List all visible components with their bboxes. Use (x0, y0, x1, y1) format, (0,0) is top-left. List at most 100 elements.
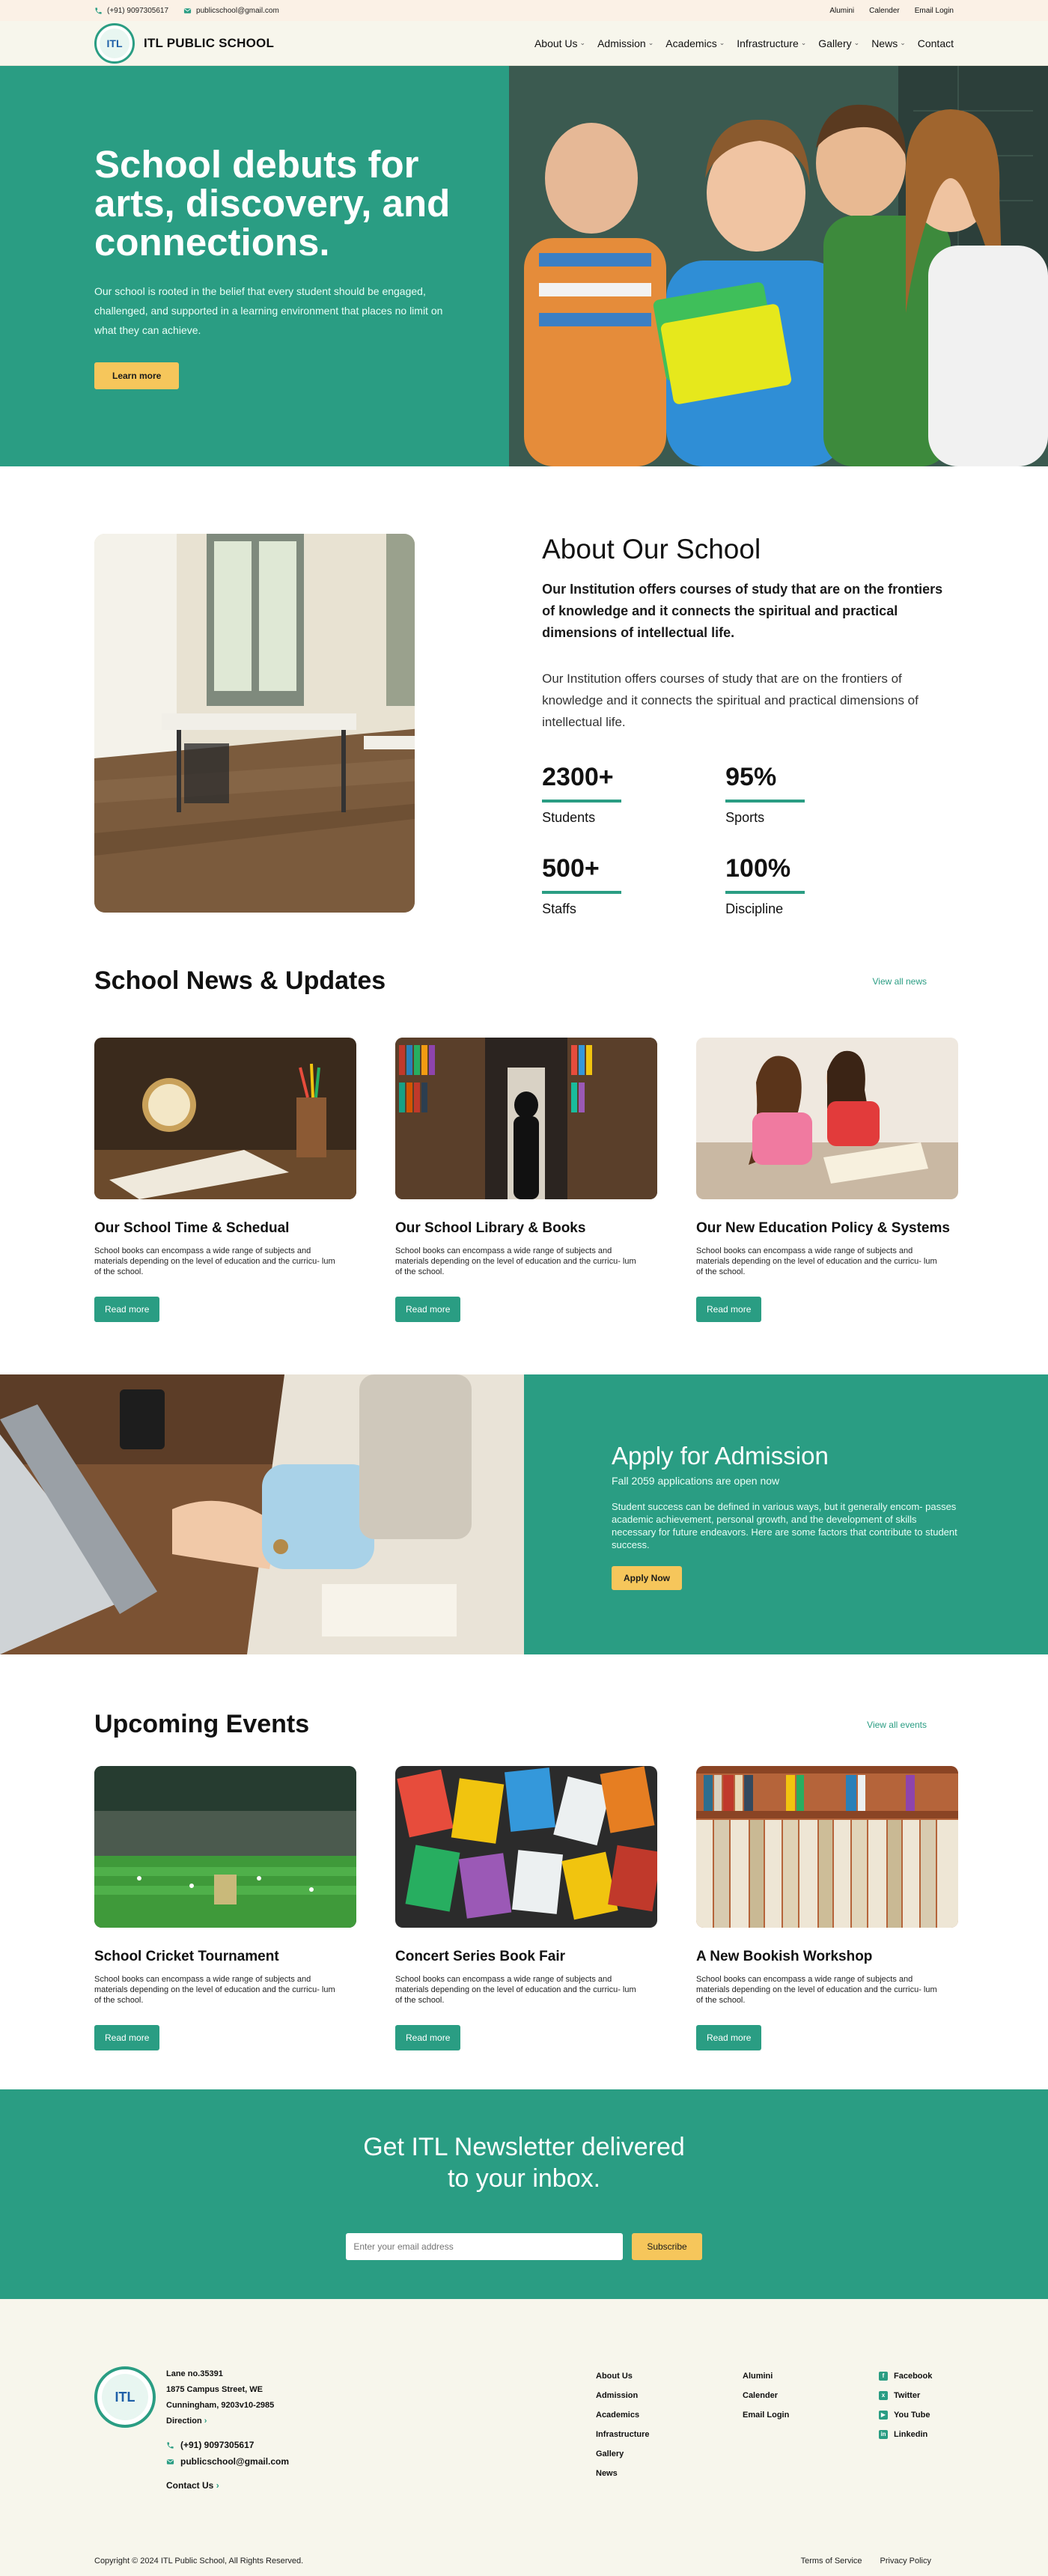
nav-about-us[interactable]: About Us ⌄ (534, 37, 585, 49)
hero-content: School debuts for arts, discovery, and c… (0, 66, 509, 466)
newsletter-form: Subscribe (0, 2233, 1048, 2260)
classroom-image (94, 534, 415, 913)
view-all-events-link[interactable]: View all events (867, 1720, 927, 1730)
direction-link[interactable]: Direction › (166, 2417, 207, 2426)
social-facebook[interactable]: f Facebook (879, 2366, 932, 2386)
nav-label: About Us (534, 37, 578, 49)
mail-icon (166, 2458, 174, 2464)
apply-now-button[interactable]: Apply Now (612, 1566, 682, 1590)
topbar-link-email-login[interactable]: Email Login (915, 7, 954, 15)
news-header: School News & Updates View all news (0, 966, 1048, 996)
terms-link[interactable]: Terms of Service (801, 2557, 862, 2566)
news-card-title: Our New Education Policy & Systems (696, 1220, 950, 1236)
social-label: You Tube (894, 2411, 930, 2420)
read-more-button[interactable]: Read more (395, 2025, 461, 2050)
admission-description: Student success can be defined in variou… (612, 1501, 957, 1550)
footer-phone[interactable]: (+91) 9097305617 (166, 2437, 596, 2453)
news-cards: Our School Time & Schedual School books … (0, 1038, 1048, 1322)
nav-admission[interactable]: Admission ⌄ (597, 37, 654, 49)
footer-link-academics[interactable]: Academics (596, 2411, 639, 2420)
footer-link-news[interactable]: News (596, 2469, 618, 2478)
contact-us-label: Contact Us (166, 2480, 214, 2491)
footer-address: Lane no.35391 1875 Campus Street, WE Cun… (166, 2366, 274, 2429)
facebook-icon: f (879, 2372, 888, 2381)
privacy-link[interactable]: Privacy Policy (880, 2557, 931, 2566)
stat-number: 100% (725, 854, 791, 883)
about-content: About Our School Our Institution offers … (542, 534, 954, 917)
book-fair-image (395, 1766, 657, 1928)
bookshelf-image (696, 1766, 958, 1928)
social-twitter[interactable]: x Twitter (879, 2386, 932, 2405)
event-card-text: School books can encompass a wide range … (395, 1975, 636, 2005)
footer-link-infrastructure[interactable]: Infrastructure (596, 2430, 650, 2439)
stat-label: Students (542, 810, 596, 825)
chevron-down-icon: ⌄ (800, 39, 807, 46)
learn-more-button[interactable]: Learn more (94, 362, 180, 389)
topbar-link-calender[interactable]: Calender (869, 7, 900, 15)
read-more-button[interactable]: Read more (94, 1297, 160, 1322)
event-card: A New Bookish Workshop School books can … (696, 1766, 958, 2050)
brand[interactable]: ITL ITL PUBLIC SCHOOL (94, 22, 274, 64)
news-card: Our School Library & Books School books … (395, 1038, 657, 1322)
footer-grid: ITL Lane no.35391 1875 Campus Street, WE… (94, 2366, 954, 2494)
footer-contact: (+91) 9097305617 publicschool@gmail.com … (166, 2437, 596, 2494)
event-card: Concert Series Book Fair School books ca… (395, 1766, 657, 2050)
social-youtube[interactable]: ▶ You Tube (879, 2405, 932, 2425)
address-line: Cunningham, 9203v10-2985 (166, 2401, 275, 2410)
topbar-email[interactable]: publicschool@gmail.com (183, 7, 279, 15)
read-more-button[interactable]: Read more (696, 1297, 762, 1322)
topbar-phone[interactable]: (+91) 9097305617 (94, 7, 168, 15)
nav-academics[interactable]: Academics ⌄ (665, 37, 725, 49)
nav-news[interactable]: News ⌄ (871, 37, 906, 49)
social-label: Facebook (894, 2372, 933, 2381)
nav-links: About Us ⌄ Admission ⌄ Academics ⌄ Infrastr… (534, 37, 954, 49)
nav-label: Contact (917, 37, 954, 49)
nav-infrastructure[interactable]: Infrastructure ⌄ (737, 37, 806, 49)
stat-divider (542, 891, 622, 894)
event-cards: School Cricket Tournament School books c… (0, 1766, 1048, 2050)
event-card-title: A New Bookish Workshop (696, 1949, 873, 1964)
nav-label: Gallery (818, 37, 852, 49)
stat-label: Sports (725, 810, 765, 825)
footer-logo-text: ITL (102, 2374, 148, 2420)
news-card-text: School books can encompass a wide range … (94, 1246, 335, 1276)
stat-number: 2300+ (542, 763, 614, 791)
hero-title: School debuts for arts, discovery, and c… (94, 143, 451, 264)
contact-us-link[interactable]: Contact Us › (166, 2480, 219, 2491)
hero-text: Our school is rooted in the belief that … (94, 285, 443, 336)
read-more-button[interactable]: Read more (94, 2025, 160, 2050)
events-header: Upcoming Events View all events (0, 1710, 1048, 1739)
footer-email-text: publicschool@gmail.com (180, 2456, 290, 2467)
footer-link-alumini[interactable]: Alumini (743, 2372, 773, 2381)
nav-contact[interactable]: Contact (918, 37, 954, 49)
chevron-down-icon: ⌄ (719, 39, 725, 46)
address-line: Lane no.35391 (166, 2369, 223, 2378)
stat-staffs: 500+ Staffs (542, 854, 725, 917)
footer-email[interactable]: publicschool@gmail.com (166, 2453, 596, 2470)
subscribe-button[interactable]: Subscribe (632, 2233, 702, 2260)
twitter-icon: x (879, 2391, 888, 2400)
topbar-link-alumini[interactable]: Alumini (829, 7, 854, 15)
social-linkedin[interactable]: in Linkedin (879, 2425, 932, 2444)
youtube-icon: ▶ (879, 2411, 888, 2420)
read-more-button[interactable]: Read more (696, 2025, 762, 2050)
stat-label: Discipline (725, 901, 784, 916)
footer-link-calender[interactable]: Calender (743, 2391, 778, 2400)
nav-label: News (871, 37, 898, 49)
event-card-text: School books can encompass a wide range … (94, 1975, 335, 2005)
newsletter-email-input[interactable] (346, 2233, 624, 2260)
view-all-news-link[interactable]: View all news (873, 976, 927, 987)
footer-link-admission[interactable]: Admission (596, 2391, 638, 2400)
mail-icon (183, 7, 192, 13)
newsletter-section: Get ITL Newsletter delivered to your inb… (0, 2089, 1048, 2299)
read-more-button[interactable]: Read more (395, 1297, 461, 1322)
nav-gallery[interactable]: Gallery ⌄ (818, 37, 859, 49)
event-card-text: School books can encompass a wide range … (696, 1975, 937, 2005)
footer-link-email-login[interactable]: Email Login (743, 2411, 789, 2420)
news-title: School News & Updates (94, 966, 386, 995)
chevron-right-icon: › (204, 2417, 207, 2426)
footer-link-gallery[interactable]: Gallery (596, 2449, 624, 2458)
stat-label: Staffs (542, 901, 576, 916)
footer-link-about-us[interactable]: About Us (596, 2372, 633, 2381)
top-bar: (+91) 9097305617 publicschool@gmail.com … (0, 0, 1048, 21)
